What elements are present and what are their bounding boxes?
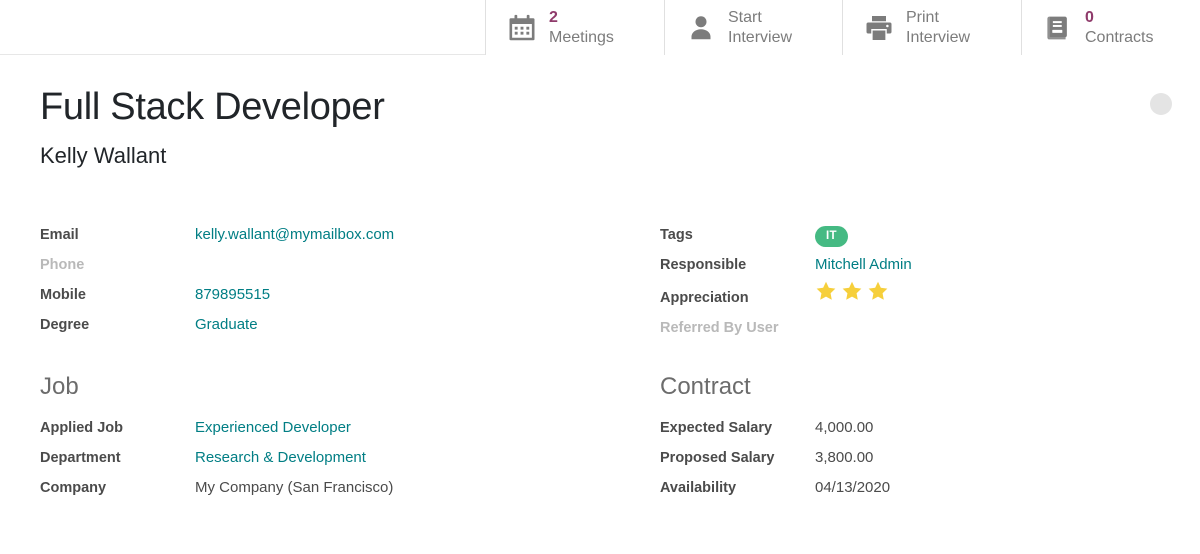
field-expected-salary: Expected Salary 4,000.00 <box>660 413 1180 443</box>
field-proposed-salary-value[interactable]: 3,800.00 <box>815 443 873 473</box>
field-mobile-label: Mobile <box>40 280 195 310</box>
field-applied-job: Applied Job Experienced Developer <box>40 413 600 443</box>
field-availability: Availability 04/13/2020 <box>660 473 1180 503</box>
printer-icon <box>863 12 895 44</box>
tag-badge-it[interactable]: IT <box>815 226 848 247</box>
meta-field-group: Tags IT Responsible Mitchell Admin Appre… <box>660 220 1180 343</box>
stat-button-meetings-count: 2 <box>549 8 614 28</box>
book-icon <box>1042 12 1074 44</box>
field-responsible-label: Responsible <box>660 250 815 280</box>
stat-button-meetings-text: 2 Meetings <box>549 8 614 47</box>
field-responsible-value[interactable]: Mitchell Admin <box>815 250 912 280</box>
field-company-value[interactable]: My Company (San Francisco) <box>195 473 393 503</box>
field-phone: Phone <box>40 250 600 280</box>
field-department-label: Department <box>40 443 195 473</box>
stat-button-print-interview-label2: Interview <box>906 28 970 48</box>
field-tags: Tags IT <box>660 220 1180 250</box>
field-phone-label: Phone <box>40 250 195 280</box>
field-mobile-value[interactable]: 879895515 <box>195 280 270 310</box>
record-heading: Full Stack Developer Kelly Wallant <box>40 88 385 168</box>
field-department-value[interactable]: Research & Development <box>195 443 366 473</box>
field-tags-value: IT <box>815 220 848 250</box>
stat-button-meetings-label: Meetings <box>549 28 614 48</box>
field-referred-by-user-label: Referred By User <box>660 313 815 343</box>
star-icon[interactable] <box>841 280 863 302</box>
field-company: Company My Company (San Francisco) <box>40 473 600 503</box>
avatar[interactable] <box>1150 93 1172 115</box>
field-appreciation: Appreciation <box>660 280 1180 313</box>
stat-button-meetings[interactable]: 2 Meetings <box>485 0 664 55</box>
job-group-title: Job <box>40 373 600 401</box>
stat-button-start-interview[interactable]: Start Interview <box>664 0 842 55</box>
page-title: Full Stack Developer <box>40 88 385 128</box>
field-responsible: Responsible Mitchell Admin <box>660 250 1180 280</box>
field-expected-salary-label: Expected Salary <box>660 413 815 443</box>
appreciation-star-rating[interactable] <box>815 280 889 302</box>
field-availability-label: Availability <box>660 473 815 503</box>
user-icon <box>685 12 717 44</box>
star-icon[interactable] <box>867 280 889 302</box>
field-appreciation-label: Appreciation <box>660 283 815 313</box>
field-company-label: Company <box>40 473 195 503</box>
stat-button-bar: 2 Meetings Start Interview <box>0 0 1200 55</box>
calendar-icon <box>506 12 538 44</box>
stat-button-contracts-count: 0 <box>1085 8 1153 28</box>
field-degree-value[interactable]: Graduate <box>195 310 258 340</box>
field-email-value[interactable]: kelly.wallant@mymailbox.com <box>195 220 394 250</box>
field-department: Department Research & Development <box>40 443 600 473</box>
stat-button-start-interview-label2: Interview <box>728 28 792 48</box>
field-email: Email kelly.wallant@mymailbox.com <box>40 220 600 250</box>
field-mobile: Mobile 879895515 <box>40 280 600 310</box>
stat-button-start-interview-label: Start <box>728 8 792 28</box>
field-proposed-salary-label: Proposed Salary <box>660 443 815 473</box>
stat-button-start-interview-text: Start Interview <box>728 8 792 47</box>
contract-field-group: Contract Expected Salary 4,000.00 Propos… <box>660 373 1180 503</box>
field-proposed-salary: Proposed Salary 3,800.00 <box>660 443 1180 473</box>
field-email-label: Email <box>40 220 195 250</box>
stat-button-print-interview[interactable]: Print Interview <box>842 0 1021 55</box>
field-expected-salary-value[interactable]: 4,000.00 <box>815 413 873 443</box>
stat-button-print-interview-label: Print <box>906 8 970 28</box>
field-referred-by-user: Referred By User <box>660 313 1180 343</box>
contact-field-group: Email kelly.wallant@mymailbox.com Phone … <box>40 220 600 340</box>
recruitment-record-page: 2 Meetings Start Interview <box>0 0 1200 554</box>
candidate-name: Kelly Wallant <box>40 144 385 168</box>
contract-group-title: Contract <box>660 373 1180 401</box>
field-degree: Degree Graduate <box>40 310 600 340</box>
job-field-group: Job Applied Job Experienced Developer De… <box>40 373 600 503</box>
stat-button-contracts[interactable]: 0 Contracts <box>1021 0 1200 55</box>
stat-button-contracts-label: Contracts <box>1085 28 1153 48</box>
stat-button-print-interview-text: Print Interview <box>906 8 970 47</box>
field-availability-value[interactable]: 04/13/2020 <box>815 473 890 503</box>
field-tags-label: Tags <box>660 220 815 250</box>
star-icon[interactable] <box>815 280 837 302</box>
field-applied-job-value[interactable]: Experienced Developer <box>195 413 351 443</box>
field-degree-label: Degree <box>40 310 195 340</box>
stat-button-contracts-text: 0 Contracts <box>1085 8 1153 47</box>
field-applied-job-label: Applied Job <box>40 413 195 443</box>
field-appreciation-value <box>815 280 889 313</box>
